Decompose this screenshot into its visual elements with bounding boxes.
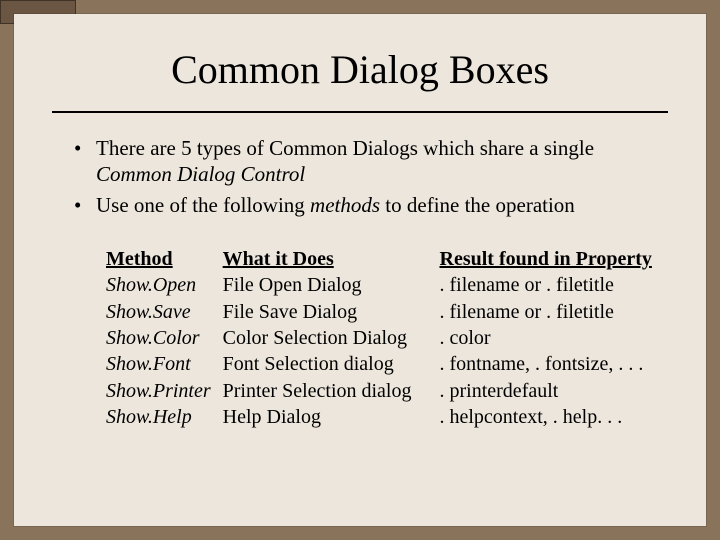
cell-does: Font Selection dialog <box>223 351 440 377</box>
cell-result: . fontname, . fontsize, . . . <box>440 351 658 377</box>
table-row: Show.Font Font Selection dialog . fontna… <box>106 351 658 377</box>
table-row: Show.Save File Save Dialog . filename or… <box>106 299 658 325</box>
bullet-emphasis: methods <box>310 193 380 217</box>
slide: Common Dialog Boxes There are 5 types of… <box>14 14 706 526</box>
table-row: Show.Open File Open Dialog . filename or… <box>106 272 658 298</box>
cell-does: Help Dialog <box>223 404 440 430</box>
col-header-method: Method <box>106 246 223 272</box>
cell-method: Show.Font <box>106 351 223 377</box>
bullet-emphasis: Common Dialog Control <box>96 162 305 186</box>
cell-method: Show.Save <box>106 299 223 325</box>
cell-result: . helpcontext, . help. . . <box>440 404 658 430</box>
cell-method: Show.Open <box>106 272 223 298</box>
cell-does: File Save Dialog <box>223 299 440 325</box>
bullet-text: There are 5 types of Common Dialogs whic… <box>96 136 594 160</box>
bullet-text: to define the operation <box>380 193 575 217</box>
title-divider <box>52 111 668 113</box>
table-header-row: Method What it Does Result found in Prop… <box>106 246 658 272</box>
cell-does: File Open Dialog <box>223 272 440 298</box>
cell-result: . filename or . filetitle <box>440 272 658 298</box>
cell-method: Show.Printer <box>106 378 223 404</box>
bullet-text: Use one of the following <box>96 193 310 217</box>
cell-result: . color <box>440 325 658 351</box>
slide-title: Common Dialog Boxes <box>14 46 706 93</box>
cell-does: Printer Selection dialog <box>223 378 440 404</box>
methods-table: Method What it Does Result found in Prop… <box>106 246 684 431</box>
cell-does: Color Selection Dialog <box>223 325 440 351</box>
col-header-does: What it Does <box>223 246 440 272</box>
col-header-result: Result found in Property <box>440 246 658 272</box>
bullet-list: There are 5 types of Common Dialogs whic… <box>74 135 666 218</box>
table-row: Show.Color Color Selection Dialog . colo… <box>106 325 658 351</box>
bullet-item: Use one of the following methods to defi… <box>74 192 666 218</box>
cell-method: Show.Help <box>106 404 223 430</box>
bullet-item: There are 5 types of Common Dialogs whic… <box>74 135 666 188</box>
cell-result: . filename or . filetitle <box>440 299 658 325</box>
cell-result: . printerdefault <box>440 378 658 404</box>
table-row: Show.Help Help Dialog . helpcontext, . h… <box>106 404 658 430</box>
table-row: Show.Printer Printer Selection dialog . … <box>106 378 658 404</box>
cell-method: Show.Color <box>106 325 223 351</box>
